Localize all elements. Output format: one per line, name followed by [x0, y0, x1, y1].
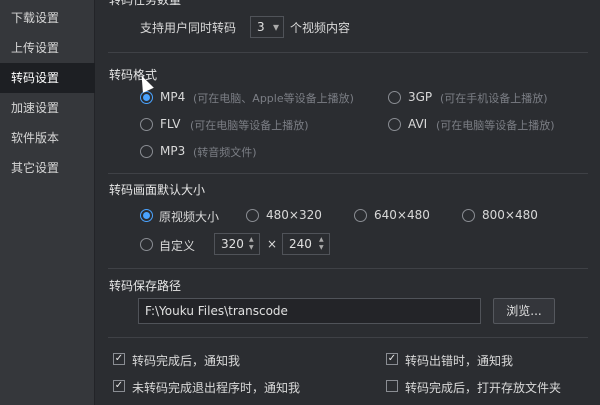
- concurrency-select[interactable]: 3 ▾: [250, 16, 284, 38]
- sidebar-item-acceleration[interactable]: 加速设置: [0, 93, 95, 123]
- notify-error-checkbox[interactable]: ✓: [386, 353, 398, 365]
- concurrency-value: 3: [257, 20, 265, 34]
- format-3gp-hint: (可在手机设备上播放): [440, 92, 548, 105]
- notify-exit-label[interactable]: 未转码完成退出程序时，通知我: [132, 379, 300, 396]
- size-640x480-label[interactable]: 640×480: [374, 208, 430, 222]
- concurrency-prefix: 支持用户同时转码: [140, 21, 237, 35]
- divider: [108, 337, 588, 338]
- format-avi-hint: (可在电脑等设备上播放): [436, 119, 555, 132]
- open-folder-checkbox[interactable]: [386, 380, 398, 392]
- notify-exit-checkbox[interactable]: ✓: [113, 380, 125, 392]
- chevron-down-icon: ▾: [272, 20, 279, 34]
- size-custom-label[interactable]: 自定义: [159, 237, 195, 254]
- browse-button[interactable]: 浏览...: [493, 298, 555, 324]
- format-flv-hint: (可在电脑等设备上播放): [190, 119, 309, 132]
- size-original-radio[interactable]: [140, 209, 153, 222]
- size-original-label[interactable]: 原视频大小: [159, 208, 219, 225]
- stepper-arrows[interactable]: ▲ ▼: [319, 236, 327, 252]
- divider: [108, 173, 588, 174]
- chevron-down-icon[interactable]: ▼: [319, 244, 327, 252]
- format-mp4-label[interactable]: MP4: [160, 90, 185, 104]
- divider: [108, 52, 588, 53]
- format-flv-radio[interactable]: [140, 118, 153, 131]
- notify-complete-checkbox[interactable]: ✓: [113, 353, 125, 365]
- notify-complete-label[interactable]: 转码完成后，通知我: [132, 352, 240, 369]
- concurrency-title: 转码任务数量: [109, 0, 182, 7]
- format-avi-radio[interactable]: [388, 118, 401, 131]
- sidebar-item-other[interactable]: 其它设置: [0, 153, 95, 183]
- size-800x480-label[interactable]: 800×480: [482, 208, 538, 222]
- concurrency-suffix: 个视频内容: [290, 21, 351, 35]
- chevron-down-icon[interactable]: ▼: [249, 244, 257, 252]
- size-title: 转码画面默认大小: [109, 183, 206, 197]
- size-800x480-radio[interactable]: [462, 209, 475, 222]
- format-mp3-hint: (转音频文件): [193, 146, 257, 159]
- size-480x320-label[interactable]: 480×320: [266, 208, 322, 222]
- transcode-settings-panel: 转码任务数量 支持用户同时转码 3 ▾ 个视频内容 转码格式 MP4 (可在电脑…: [96, 0, 600, 405]
- size-custom-radio[interactable]: [140, 238, 153, 251]
- sidebar-item-version[interactable]: 软件版本: [0, 123, 95, 153]
- times-sign: ×: [267, 237, 278, 251]
- sidebar-item-transcode[interactable]: 转码设置: [0, 63, 95, 93]
- custom-height-stepper[interactable]: 240 ▲ ▼: [282, 233, 330, 255]
- format-avi-label[interactable]: AVI: [408, 117, 427, 131]
- custom-width-stepper[interactable]: 320 ▲ ▼: [214, 233, 260, 255]
- sidebar-item-upload[interactable]: 上传设置: [0, 33, 95, 63]
- open-folder-label[interactable]: 转码完成后，打开存放文件夹: [405, 379, 561, 396]
- size-480x320-radio[interactable]: [246, 209, 259, 222]
- sidebar-item-download[interactable]: 下载设置: [0, 3, 95, 33]
- size-640x480-radio[interactable]: [354, 209, 367, 222]
- format-mp3-label[interactable]: MP3: [160, 144, 185, 158]
- chevron-up-icon[interactable]: ▲: [249, 236, 257, 244]
- save-path-field[interactable]: F:\Youku Files\transcode: [138, 298, 481, 324]
- stepper-arrows[interactable]: ▲ ▼: [249, 236, 257, 252]
- settings-sidebar: 下载设置 上传设置 转码设置 加速设置 软件版本 其它设置: [0, 0, 95, 405]
- format-flv-label[interactable]: FLV: [160, 117, 180, 131]
- notify-error-label[interactable]: 转码出错时，通知我: [405, 352, 513, 369]
- format-3gp-radio[interactable]: [388, 91, 401, 104]
- custom-height-value: 240: [289, 237, 312, 251]
- chevron-up-icon[interactable]: ▲: [319, 236, 327, 244]
- format-mp4-hint: (可在电脑、Apple等设备上播放): [193, 92, 354, 105]
- custom-width-value: 320: [221, 237, 244, 251]
- divider: [108, 268, 588, 269]
- save-path-title: 转码保存路径: [109, 279, 182, 293]
- format-mp3-radio[interactable]: [140, 145, 153, 158]
- format-3gp-label[interactable]: 3GP: [408, 90, 432, 104]
- format-mp4-radio[interactable]: [140, 91, 153, 104]
